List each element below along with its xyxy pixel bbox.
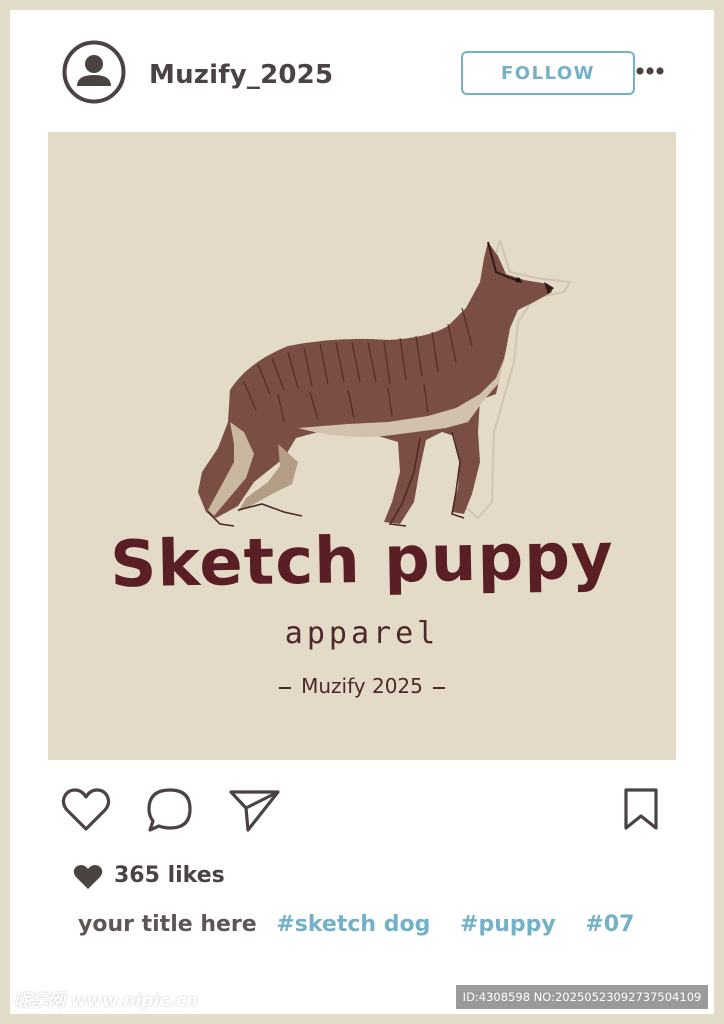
send-plane-icon bbox=[229, 790, 280, 832]
post-card: Muzify_2025 FOLLOW Sketch puppy apparel … bbox=[10, 10, 714, 1014]
follow-button[interactable]: FOLLOW bbox=[461, 51, 635, 95]
user-avatar-icon bbox=[62, 40, 126, 104]
watermark-logo: 昵享网 www.nipic.cn bbox=[14, 991, 199, 1011]
avatar[interactable] bbox=[62, 40, 126, 104]
german-shepherd-sketch bbox=[198, 239, 572, 527]
image-credit: Muzify 2025 bbox=[301, 674, 423, 698]
dash-left bbox=[279, 686, 292, 689]
bookmark-icon bbox=[624, 788, 658, 830]
caption: your title here #sketch dog #puppy #07 bbox=[78, 912, 656, 937]
post-image[interactable]: Sketch puppy apparel Muzify 2025 bbox=[48, 132, 676, 760]
hashtag-link[interactable]: #sketch dog bbox=[276, 912, 430, 937]
share-button[interactable] bbox=[228, 786, 280, 834]
caption-title: your title here bbox=[78, 912, 257, 937]
like-button[interactable] bbox=[60, 786, 112, 834]
image-subtitle: apparel bbox=[284, 616, 440, 651]
hashtag-link[interactable]: #07 bbox=[585, 912, 634, 937]
comment-bubble-icon bbox=[147, 788, 192, 832]
image-title: Sketch puppy bbox=[109, 519, 615, 603]
watermark-id: ID:4308598 NO:20250523092737504109 bbox=[456, 985, 708, 1009]
comment-button[interactable] bbox=[144, 786, 196, 834]
image-credit-line: Muzify 2025 bbox=[48, 674, 676, 698]
username[interactable]: Muzify_2025 bbox=[149, 60, 333, 90]
likes-count[interactable]: 365 likes bbox=[114, 863, 225, 888]
heart-outline-icon bbox=[61, 788, 111, 831]
hashtag-link[interactable]: #puppy bbox=[460, 912, 556, 937]
heart-filled-icon bbox=[73, 864, 103, 890]
more-dots-icon[interactable] bbox=[635, 63, 665, 77]
dash-right bbox=[432, 686, 445, 689]
save-button[interactable] bbox=[622, 786, 662, 834]
